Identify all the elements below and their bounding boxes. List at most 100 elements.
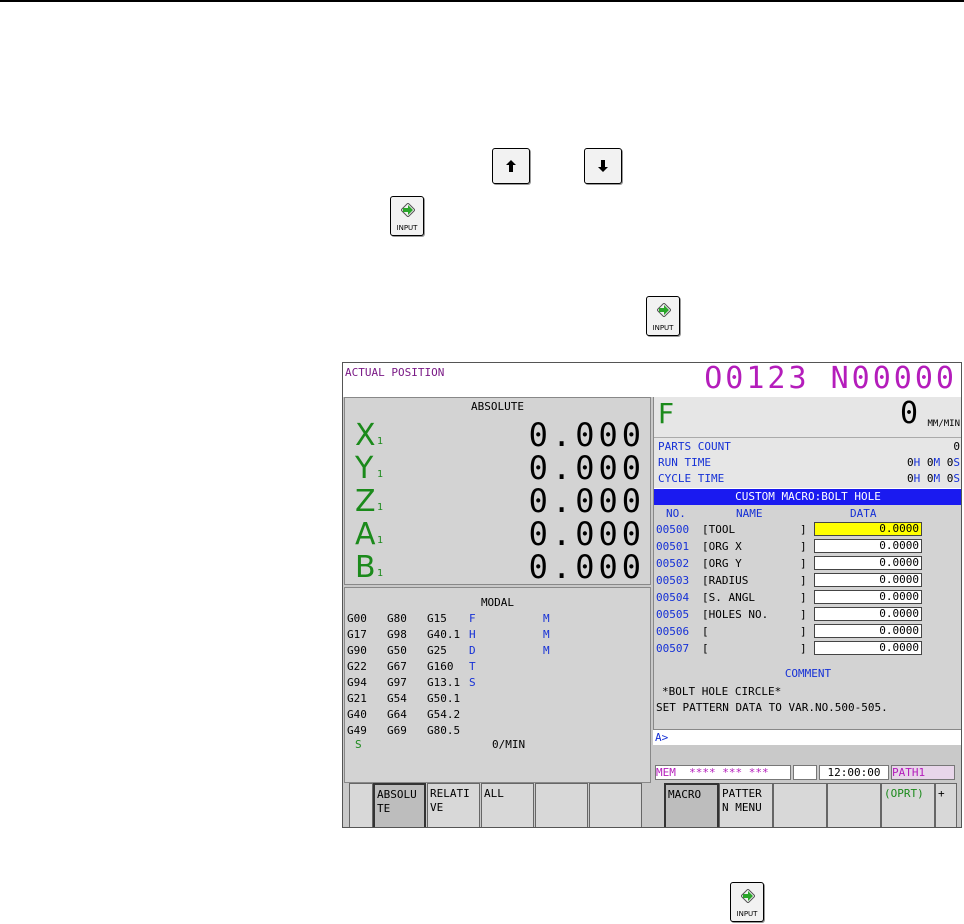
macro-row[interactable]: 00505 [HOLES NO. ] 0.0000: [654, 606, 961, 623]
macro-value-field[interactable]: 0.0000: [814, 556, 922, 570]
macro-value-field[interactable]: 0.0000: [814, 522, 922, 536]
softkey-all[interactable]: ALL: [481, 783, 534, 827]
modal-code: G80: [387, 612, 407, 625]
modal-code: G50: [387, 644, 407, 657]
modal-code: G40: [347, 708, 367, 721]
col-no-header: NO.: [666, 507, 686, 520]
parts-count-value: 0: [953, 440, 960, 453]
modal-letter: H: [469, 628, 476, 641]
status-blank: [793, 765, 817, 780]
axis-letter: Z: [355, 484, 376, 519]
input-key[interactable]: INPUT: [390, 196, 424, 236]
softkey-blank[interactable]: [535, 783, 588, 827]
softkey-blank[interactable]: [589, 783, 642, 827]
modal-code: G25: [427, 644, 447, 657]
feed-value: 0: [899, 396, 918, 431]
macro-table: NO. NAME DATA 00500 [TOOL ] 0.0000 00501…: [654, 505, 961, 729]
counter-info: PARTS COUNT 0 RUN TIME 0H 0M 0S CYCLE TI…: [654, 438, 961, 488]
macro-row[interactable]: 00504 [S. ANGL ] 0.0000: [654, 589, 961, 606]
macro-value-field[interactable]: 0.0000: [814, 590, 922, 604]
axis-subscript: 1: [377, 568, 384, 579]
run-time-label: RUN TIME: [658, 456, 711, 469]
softkey-blank[interactable]: [827, 783, 881, 827]
status-path: PATH1: [891, 765, 955, 780]
softkey-absolute[interactable]: ABSOLU TE: [373, 783, 426, 827]
macro-number: 00500: [656, 523, 690, 536]
macro-number: 00505: [656, 608, 690, 621]
macro-value-field[interactable]: 0.0000: [814, 539, 922, 553]
macro-number: 00501: [656, 540, 690, 553]
macro-title-bar: CUSTOM MACRO:BOLT HOLE: [654, 489, 961, 505]
macro-row[interactable]: 00503 [RADIUS ] 0.0000: [654, 572, 961, 589]
feedrate-display: F 0 MM/MIN: [654, 396, 961, 438]
screen-header: ACTUAL POSITION O0123 N00000: [343, 363, 961, 397]
axis-row-y: Y 1 0.000: [345, 449, 645, 487]
input-arrow-icon: [401, 203, 415, 217]
macro-bracket: ]: [800, 557, 807, 570]
softkey-macro[interactable]: MACRO: [664, 783, 719, 827]
modal-code: G15: [427, 612, 447, 625]
input-key[interactable]: INPUT: [646, 296, 680, 336]
macro-name: [: [702, 625, 709, 638]
axis-subscript: 1: [377, 436, 384, 447]
program-number: O0123 N00000: [704, 362, 957, 396]
softkey-blank[interactable]: [773, 783, 827, 827]
macro-value-field[interactable]: 0.0000: [814, 607, 922, 621]
macro-row[interactable]: 00500 [TOOL ] 0.0000: [654, 521, 961, 538]
screen-title: ACTUAL POSITION: [345, 366, 445, 379]
modal-code: G21: [347, 692, 367, 705]
input-key-label: INPUT: [736, 910, 758, 918]
comment-line: SET PATTERN DATA TO VAR.NO.500-505.: [656, 701, 888, 714]
macro-row[interactable]: 00501 [ORG X ] 0.0000: [654, 538, 961, 555]
status-bar: MEM **** *** *** 12:00:00 PATH1: [653, 765, 961, 781]
modal-code: G94: [347, 676, 367, 689]
modal-code: G98: [387, 628, 407, 641]
cnc-screen: ACTUAL POSITION O0123 N00000 ABSOLUTE X …: [342, 362, 962, 828]
macro-value-field[interactable]: 0.0000: [814, 641, 922, 655]
macro-row[interactable]: 00507 [ ] 0.0000: [654, 640, 961, 657]
softkey-next[interactable]: +: [935, 783, 957, 827]
parts-count-label: PARTS COUNT: [658, 440, 731, 453]
page-top-rule: [0, 0, 964, 2]
macro-value-field[interactable]: 0.0000: [814, 624, 922, 638]
right-panel: F 0 MM/MIN PARTS COUNT 0 RUN TIME 0H 0M …: [653, 396, 961, 729]
axis-row-z: Z 1 0.000: [345, 482, 645, 520]
status-clock: 12:00:00: [819, 765, 889, 780]
axis-letter: Y: [355, 451, 374, 486]
spindle-speed: 0/MIN: [492, 738, 526, 751]
modal-code: G40.1: [427, 628, 461, 641]
modal-code: G54: [387, 692, 407, 705]
col-name-header: NAME: [736, 507, 763, 520]
modal-m-code: M: [543, 644, 550, 657]
modal-letter: S: [469, 676, 476, 689]
modal-letter: T: [469, 660, 476, 673]
modal-code: G22: [347, 660, 367, 673]
key-input-buffer[interactable]: A>: [653, 729, 961, 745]
feed-letter: F: [658, 397, 675, 430]
modal-panel: MODAL G00 G80 G15 G17 G98 G40.1 G90 G50 …: [344, 587, 651, 783]
cursor-up-key[interactable]: [492, 148, 530, 184]
macro-row[interactable]: 00502 [ORG Y ] 0.0000: [654, 555, 961, 572]
comment-header: COMMENT: [784, 667, 832, 680]
modal-code: G13.1: [427, 676, 461, 689]
modal-code: G97: [387, 676, 407, 689]
input-arrow-icon: [657, 303, 671, 317]
macro-number: 00507: [656, 642, 690, 655]
softkey-operation[interactable]: (OPRT): [881, 783, 935, 827]
absolute-position-panel: ABSOLUTE X 1 0.000 Y 1 0.000 Z 1 0.000 A…: [344, 397, 651, 586]
input-key[interactable]: INPUT: [730, 882, 764, 922]
run-time-value: 0H 0M 0S: [907, 456, 960, 469]
macro-name: [RADIUS: [702, 574, 749, 587]
macro-bracket: ]: [800, 608, 807, 621]
macro-name: [ORG X: [702, 540, 742, 553]
softkey-pattern-menu[interactable]: PATTER N MENU: [719, 783, 773, 827]
macro-bracket: ]: [800, 642, 807, 655]
macro-number: 00504: [656, 591, 690, 604]
macro-number: 00502: [656, 557, 690, 570]
macro-row[interactable]: 00506 [ ] 0.0000: [654, 623, 961, 640]
macro-value-field[interactable]: 0.0000: [814, 573, 922, 587]
cursor-down-key[interactable]: [584, 148, 622, 184]
modal-code: G67: [387, 660, 407, 673]
softkey-relative[interactable]: RELATI VE: [427, 783, 480, 827]
softkey-return[interactable]: [349, 783, 373, 827]
